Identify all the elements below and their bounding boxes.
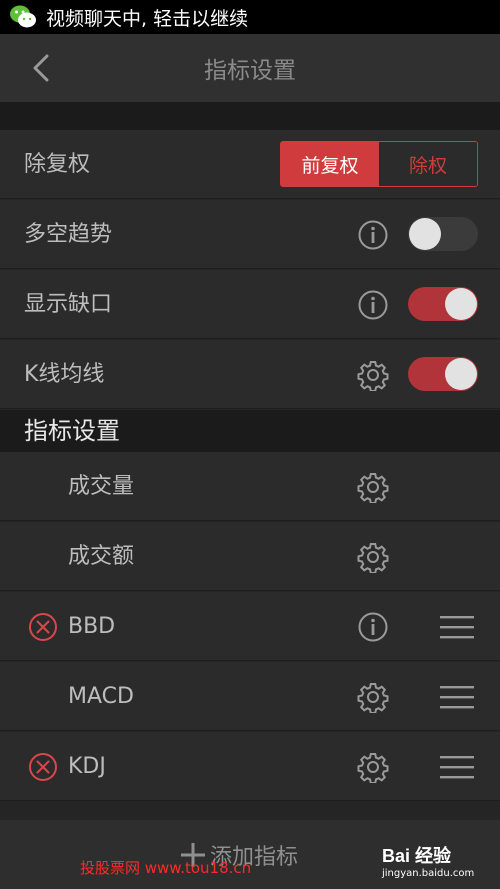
quekou-row: 显示缺口 [0,270,500,339]
spacer [0,102,500,130]
fuquan-label: 除复权 [24,152,91,177]
drag-handle-icon[interactable] [440,754,474,780]
kline-label: K线均线 [24,362,105,387]
status-message: 视频聊天中, 轻击以继续 [46,7,249,30]
duokong-label: 多空趋势 [24,222,113,247]
toggle-knob [409,218,441,250]
gear-icon[interactable] [357,471,389,503]
duokong-row: 多空趋势 [0,200,500,269]
indicator-row: MACD [0,662,500,731]
fuquan-row: 除复权 前复权 除权 [0,130,500,199]
kline-toggle[interactable] [408,357,478,391]
title-bar: 指标设置 [0,34,500,102]
quekou-label: 显示缺口 [24,292,113,317]
toggle-knob [445,358,477,390]
info-icon[interactable] [357,611,389,643]
watermark-baidu: Bai 经验 jingyan.baidu.com [382,842,494,884]
baidu-logo: Bai 经验 [382,846,452,866]
status-bar[interactable]: 视频聊天中, 轻击以继续 [0,0,500,34]
gear-icon[interactable] [357,681,389,713]
drag-handle-icon[interactable] [440,684,474,710]
indicator-name: BBD [68,614,116,639]
drag-handle-icon[interactable] [440,614,474,640]
toggle-knob [445,288,477,320]
info-icon[interactable] [357,289,389,321]
remove-icon[interactable] [28,752,58,782]
indicator-row: 成交量 [0,452,500,521]
quekou-toggle[interactable] [408,287,478,321]
indicator-name: KDJ [68,754,106,779]
duokong-toggle[interactable] [408,217,478,251]
gear-icon[interactable] [357,751,389,783]
watermark-left: 投股票网 www.tou18.cn [80,859,252,877]
wechat-icon [10,5,36,28]
gear-icon[interactable] [357,359,389,391]
kline-row: K线均线 [0,340,500,409]
fuquan-segmented-control[interactable]: 前复权 除权 [280,141,478,187]
indicator-name: MACD [68,684,134,709]
option-chuquan[interactable]: 除权 [379,142,477,186]
add-indicator-button[interactable]: 添加指标 [180,820,298,889]
back-arrow-icon[interactable] [28,54,56,82]
baidu-url: jingyan.baidu.com [382,868,475,879]
page-title: 指标设置 [204,58,296,84]
option-qianfuquan[interactable]: 前复权 [281,142,379,186]
indicator-name: 成交量 [68,474,135,499]
section-title: 指标设置 [24,417,120,445]
indicator-row: BBD [0,592,500,661]
section-header: 指标设置 [0,410,500,452]
indicator-row: 成交额 [0,522,500,591]
remove-icon[interactable] [28,612,58,642]
gear-icon[interactable] [357,541,389,573]
info-icon[interactable] [357,219,389,251]
indicator-name: 成交额 [68,544,135,569]
indicator-row: KDJ [0,732,500,801]
